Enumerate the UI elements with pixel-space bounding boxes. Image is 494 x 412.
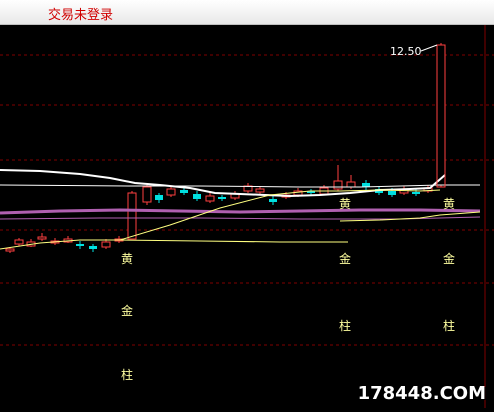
candle	[89, 244, 97, 252]
candle	[362, 180, 370, 190]
signal-label: 黄	[339, 197, 351, 211]
candle	[180, 188, 188, 195]
signal-label: 柱	[121, 367, 133, 382]
watermark: 178448.COM	[357, 383, 486, 404]
top-bar: 交易未登录	[0, 0, 494, 25]
signal-label: 黄	[443, 197, 455, 211]
ma-purple-line	[0, 208, 481, 215]
signal-label: 金	[443, 251, 455, 266]
candle	[142, 185, 152, 205]
signal-label: 金	[339, 251, 351, 266]
candle	[307, 189, 315, 195]
candle	[155, 193, 163, 203]
candle	[37, 233, 47, 241]
candles	[5, 43, 446, 253]
price-label: 12.50	[390, 45, 422, 58]
candle	[230, 191, 240, 200]
indicator-lines	[0, 44, 481, 250]
candle	[436, 43, 446, 187]
candle	[76, 241, 84, 249]
signal-label: 柱	[339, 318, 351, 333]
candle	[412, 189, 420, 196]
price-pointer	[420, 44, 438, 52]
candle	[193, 191, 201, 201]
candle	[127, 191, 137, 240]
ma-yellow-right-line	[339, 211, 481, 222]
candle	[255, 187, 265, 194]
candle	[243, 183, 253, 193]
login-status: 交易未登录	[48, 8, 114, 23]
grid	[0, 54, 494, 346]
chart-area[interactable]: 12.50 黄金柱黄金柱黄金柱	[0, 25, 494, 408]
signal-label: 柱	[443, 318, 455, 333]
candle	[205, 193, 215, 203]
signal-label: 黄	[121, 252, 133, 266]
kline-chart[interactable]: 12.50 黄金柱黄金柱黄金柱	[0, 25, 494, 408]
ma-thin-line	[0, 184, 480, 188]
candle	[218, 195, 226, 201]
signal-label: 金	[121, 303, 133, 318]
candle	[14, 238, 24, 246]
candle	[319, 185, 329, 195]
ma-yellow-line	[119, 189, 441, 241]
candle	[269, 196, 277, 205]
candle	[166, 186, 176, 197]
candle	[63, 236, 73, 243]
candle	[26, 239, 36, 247]
